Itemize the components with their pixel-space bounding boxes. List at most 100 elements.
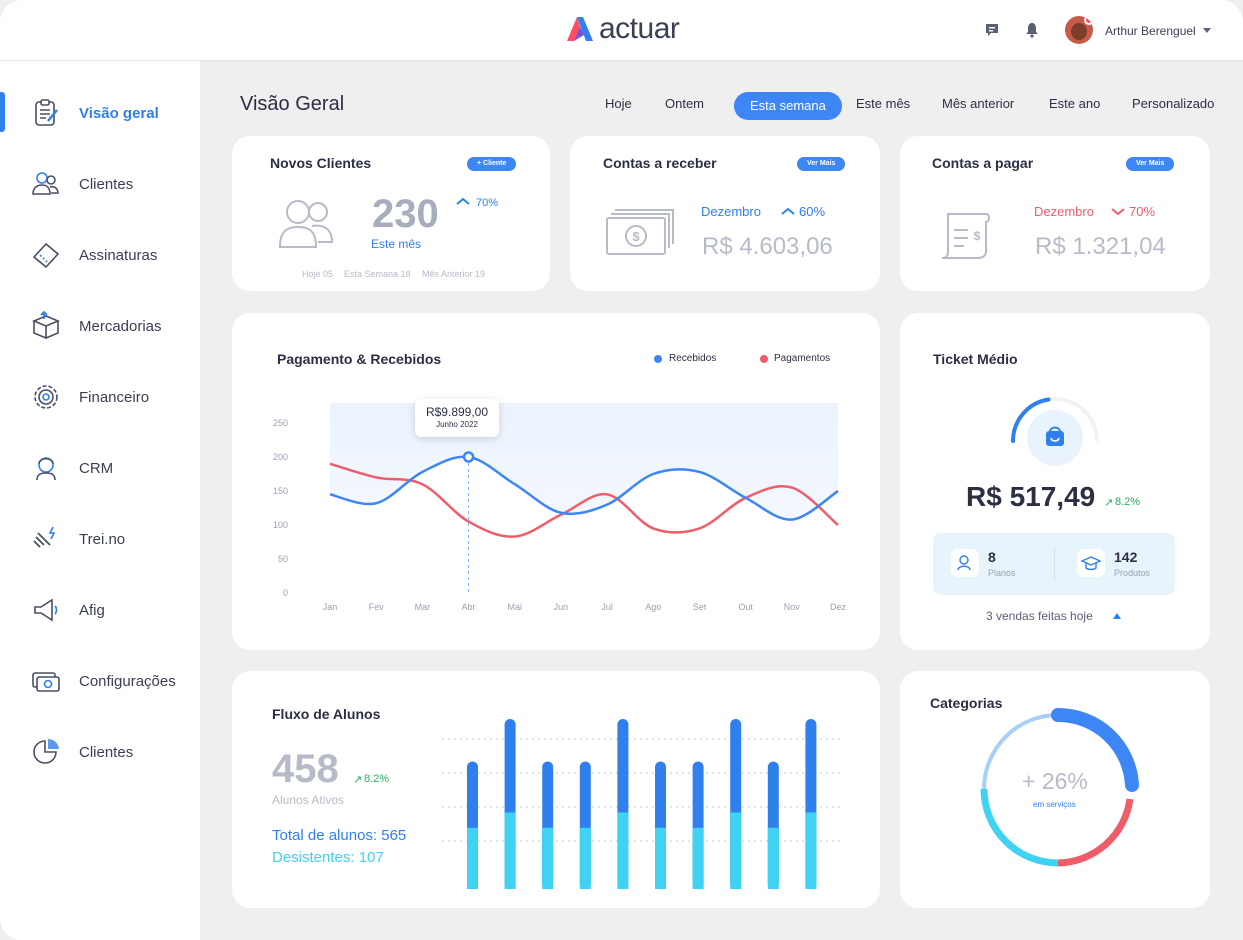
sidebar-item-configuracoes[interactable]: Configurações (0, 661, 200, 701)
bell-icon[interactable] (1024, 22, 1040, 38)
pagar-amount: R$ 1.321,04 (1035, 233, 1166, 260)
bar-desistentes (504, 812, 516, 889)
y-tick-label: 0 (283, 588, 288, 598)
x-tick-label: Nov (784, 602, 801, 612)
sidebar-item-assinaturas[interactable]: Assinaturas (0, 235, 200, 275)
sidebar-item-crm[interactable]: CRM (0, 448, 200, 488)
avatar-status-dot (1084, 16, 1093, 25)
sidebar-item-financeiro[interactable]: Financeiro (0, 377, 200, 417)
fluxo-card: Fluxo de Alunos 458 ↗ 8.2% Alunos Ativos… (232, 671, 880, 908)
bar-chart (442, 719, 840, 889)
tab-ontem[interactable]: Ontem (665, 96, 704, 111)
bar-desistentes (655, 827, 666, 889)
categorias-card: Categorias + 26% em serviços (900, 671, 1210, 908)
tab-personalizado[interactable]: Personalizado (1132, 96, 1214, 111)
sidebar-item-label: Afig (79, 602, 105, 619)
sidebar-item-clientes-2[interactable]: Clientes (0, 732, 200, 772)
x-tick-label: Jan (323, 602, 338, 612)
ticket-footer: 3 vendas feitas hoje (986, 609, 1093, 623)
x-tick-label: Fev (369, 602, 385, 612)
chat-icon[interactable] (984, 22, 1000, 38)
svg-text:$: $ (632, 229, 640, 244)
categorias-value: + 26% (1022, 768, 1088, 794)
chart-tooltip: R$9.899,00 Junho 2022 (415, 399, 499, 437)
card-title: Contas a pagar (932, 155, 1034, 171)
x-tick-label: Dez (830, 602, 847, 612)
footer-week: Esta Semana 18 (344, 269, 411, 279)
sidebar-item-label: Configurações (79, 673, 176, 690)
fluxo-label: Alunos Ativos (272, 793, 345, 807)
y-tick-label: 50 (278, 554, 288, 564)
line-chart: 0 50 100 150 200 250 Jan Fev Mar Abr Mai Jun Jul Ago S… (273, 403, 847, 612)
contas-receber-card: Contas a receber Ver Mais $ Dezembro 60%… (570, 136, 880, 291)
y-tick-label: 250 (273, 418, 288, 428)
sidebar-item-visao-geral[interactable]: Visão geral (0, 93, 200, 133)
y-tick-label: 150 (273, 486, 288, 496)
app-window: actuar Arthur Berenguel Visão geral Clie… (0, 0, 1243, 940)
sidebar-item-label: Clientes (79, 744, 134, 761)
y-tick-label: 200 (273, 452, 288, 462)
footer-today: Hoje 05 (302, 269, 334, 279)
sidebar-item-label: Clientes (79, 176, 134, 193)
card-title: Contas a receber (603, 155, 717, 171)
avatar-face (1071, 23, 1087, 40)
trend-up-icon (781, 207, 795, 215)
receber-amount: R$ 4.603,06 (702, 233, 833, 260)
tab-este-mes[interactable]: Este mês (856, 96, 910, 111)
sidebar: Visão geral Clientes Assinaturas Mercado… (0, 61, 200, 940)
fluxo-total: Total de alunos: 565 (272, 827, 407, 844)
sidebar-item-label: Trei.no (79, 531, 126, 548)
sidebar-item-label: CRM (79, 460, 114, 477)
bar-desistentes (767, 827, 779, 889)
contas-pagar-card: Contas a pagar Ver Mais $ Dezembro 70% R… (900, 136, 1210, 291)
pagar-change: 70% (1129, 204, 1156, 219)
sidebar-item-treino[interactable]: Trei.no (0, 519, 200, 559)
caret-up-icon[interactable] (1113, 613, 1121, 619)
trend-up-icon (456, 197, 470, 205)
sidebar-item-mercadorias[interactable]: Mercadorias (0, 306, 200, 346)
graduation-cap-icon (1077, 549, 1105, 577)
x-tick-label: Jul (601, 602, 613, 612)
chevron-down-icon[interactable] (1203, 28, 1211, 33)
tab-esta-semana[interactable]: Esta semana (734, 92, 842, 120)
categorias-label: em serviços (1033, 800, 1076, 809)
fluxo-value: 458 (272, 747, 339, 791)
logo-text: actuar (599, 12, 680, 45)
trend-up-arrow-icon: ↗ (353, 774, 363, 786)
produtos-value: 142 (1114, 549, 1138, 565)
x-tick-label: Abr (462, 602, 476, 612)
avatar[interactable] (1065, 16, 1093, 44)
card-title: Fluxo de Alunos (272, 706, 381, 722)
x-tick-label: Jun (554, 602, 569, 612)
add-client-button[interactable]: + Cliente (467, 157, 517, 171)
bar-desistentes (730, 812, 742, 889)
svg-text:$: $ (974, 229, 981, 243)
ver-mais-button[interactable]: Ver Mais (1126, 157, 1175, 171)
user-name[interactable]: Arthur Berenguel (1105, 24, 1196, 38)
new-clients-change: 70% (476, 197, 499, 209)
x-tick-label: Out (738, 602, 753, 612)
new-clients-value: 230 (372, 192, 439, 236)
gear-icon (34, 385, 58, 409)
highlight-point (462, 451, 475, 463)
sidebar-item-afig[interactable]: Afig (0, 590, 200, 630)
produtos-label: Produtos (1114, 568, 1151, 578)
ver-mais-button[interactable]: Ver Mais (797, 157, 846, 171)
trend-up-arrow-icon: ↗ (1104, 497, 1114, 509)
cash-icon: $ (606, 209, 674, 255)
y-tick-label: 100 (273, 520, 288, 530)
fluxo-desistentes: Desistentes: 107 (272, 849, 384, 866)
tab-mes-anterior[interactable]: Mês anterior (942, 96, 1014, 111)
user-icon (951, 549, 979, 577)
page-title: Visão Geral (240, 93, 345, 115)
footer-last-month: Mês Anterior 19 (422, 269, 486, 279)
logo[interactable]: actuar (565, 12, 680, 45)
tab-hoje[interactable]: Hoje (605, 96, 632, 111)
sidebar-item-clientes[interactable]: Clientes (0, 164, 200, 204)
clipboard-icon (35, 99, 58, 126)
tab-este-ano[interactable]: Este ano (1049, 96, 1100, 111)
top-bar: actuar Arthur Berenguel (0, 0, 1243, 61)
headset-icon (36, 457, 56, 481)
receber-month: Dezembro (701, 204, 761, 219)
ticket-gauge (1011, 397, 1099, 466)
